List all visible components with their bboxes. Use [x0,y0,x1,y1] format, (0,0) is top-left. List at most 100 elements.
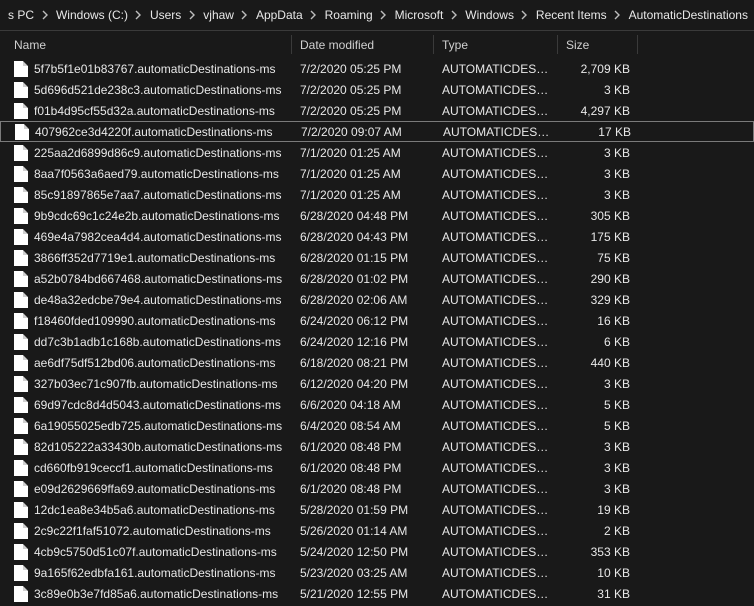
file-name-cell: 85c91897865e7aa7.automaticDestinations-m… [0,187,292,203]
chevron-right-icon[interactable] [449,9,459,21]
file-icon [14,292,28,308]
file-name: 2c9c22f1faf51072.automaticDestinations-m… [34,524,271,538]
table-row[interactable]: f01b4d95cf55d32a.automaticDestinations-m… [0,100,754,121]
table-row[interactable]: 5f7b5f1e01b83767.automaticDestinations-m… [0,58,754,79]
table-row[interactable]: 9a165f62edbfa161.automaticDestinations-m… [0,562,754,583]
chevron-right-icon[interactable] [40,9,50,21]
chevron-right-icon[interactable] [520,9,530,21]
file-type-cell: AUTOMATICDESTI... [434,461,558,475]
breadcrumb-label: Roaming [321,8,377,22]
breadcrumb-segment[interactable]: Windows [459,6,520,24]
file-name-cell: 469e4a7982cea4d4.automaticDestinations-m… [0,229,292,245]
table-row[interactable]: 3c89e0b3e7fd85a6.automaticDestinations-m… [0,583,754,604]
file-name: 407962ce3d4220f.automaticDestinations-ms [35,125,272,139]
file-icon [14,544,28,560]
chevron-right-icon[interactable] [134,9,144,21]
chevron-right-icon[interactable] [240,9,250,21]
file-size-cell: 5 KB [558,419,638,433]
column-header-name[interactable]: Name [0,31,292,58]
breadcrumb-segment[interactable]: Users [144,6,187,24]
file-name: 3866ff352d7719e1.automaticDestinations-m… [34,251,275,265]
file-icon [14,313,28,329]
file-name-cell: 3866ff352d7719e1.automaticDestinations-m… [0,250,292,266]
breadcrumb-segment[interactable]: AutomaticDestinations [623,6,754,24]
breadcrumb-segment[interactable]: s PC [2,6,40,24]
column-header-size[interactable]: Size [558,31,638,58]
file-date-cell: 5/23/2020 03:25 AM [292,566,434,580]
file-name-cell: 12dc1ea8e34b5a6.automaticDestinations-ms [0,502,292,518]
file-type-cell: AUTOMATICDESTI... [434,230,558,244]
table-row[interactable]: 6a19055025edb725.automaticDestinations-m… [0,415,754,436]
file-date-cell: 6/28/2020 01:02 PM [292,272,434,286]
table-row[interactable]: ae6df75df512bd06.automaticDestinations-m… [0,352,754,373]
file-size-cell: 75 KB [558,251,638,265]
table-row[interactable]: e09d2629669ffa69.automaticDestinations-m… [0,478,754,499]
file-type-cell: AUTOMATICDESTI... [434,146,558,160]
file-date-cell: 7/2/2020 05:25 PM [292,83,434,97]
chevron-right-icon[interactable] [187,9,197,21]
table-row[interactable]: 3866ff352d7719e1.automaticDestinations-m… [0,247,754,268]
breadcrumb-segment[interactable]: Windows (C:) [50,6,134,24]
file-icon [14,334,28,350]
table-row[interactable]: 4cb9c5750d51c07f.automaticDestinations-m… [0,541,754,562]
file-size-cell: 3 KB [558,188,638,202]
file-name-cell: 4cb9c5750d51c07f.automaticDestinations-m… [0,544,292,560]
table-row[interactable]: f18460fded109990.automaticDestinations-m… [0,310,754,331]
file-size-cell: 353 KB [558,545,638,559]
breadcrumb-segment[interactable]: Recent Items [530,6,613,24]
breadcrumb-segment[interactable]: Roaming [319,6,379,24]
table-row[interactable]: 407962ce3d4220f.automaticDestinations-ms… [0,121,754,142]
table-row[interactable]: dd7c3b1adb1c168b.automaticDestinations-m… [0,331,754,352]
file-icon [14,61,28,77]
file-date-cell: 7/1/2020 01:25 AM [292,188,434,202]
table-row[interactable]: 327b03ec71c907fb.automaticDestinations-m… [0,373,754,394]
chevron-right-icon[interactable] [309,9,319,21]
file-icon [14,166,28,182]
file-size-cell: 290 KB [558,272,638,286]
chevron-right-icon[interactable] [613,9,623,21]
column-header-type[interactable]: Type [434,31,558,58]
table-row[interactable]: 225aa2d6899d86c9.automaticDestinations-m… [0,142,754,163]
file-date-cell: 6/1/2020 08:48 PM [292,482,434,496]
column-header-date[interactable]: Date modified [292,31,434,58]
table-row[interactable]: cd660fb919ceccf1.automaticDestinations-m… [0,457,754,478]
table-row[interactable]: a52b0784bd667468.automaticDestinations-m… [0,268,754,289]
breadcrumb-segment[interactable]: Microsoft [389,6,450,24]
table-row[interactable]: 8aa7f0563a6aed79.automaticDestinations-m… [0,163,754,184]
file-date-cell: 6/28/2020 01:15 PM [292,251,434,265]
file-name-cell: 6a19055025edb725.automaticDestinations-m… [0,418,292,434]
breadcrumb-label: Windows (C:) [52,8,132,22]
breadcrumb[interactable]: s PC Windows (C:) Users vjhaw AppData Roaming… [0,0,754,30]
file-name: 12dc1ea8e34b5a6.automaticDestinations-ms [34,503,275,517]
file-icon [14,82,28,98]
table-row[interactable]: 2c9c22f1faf51072.automaticDestinations-m… [0,520,754,541]
chevron-right-icon[interactable] [379,9,389,21]
table-row[interactable]: 9b9cdc69c1c24e2b.automaticDestinations-m… [0,205,754,226]
file-type-cell: AUTOMATICDESTI... [434,272,558,286]
breadcrumb-label: Windows [461,8,518,22]
table-row[interactable]: 85c91897865e7aa7.automaticDestinations-m… [0,184,754,205]
table-row[interactable]: de48a32edcbe79e4.automaticDestinations-m… [0,289,754,310]
file-date-cell: 6/28/2020 04:43 PM [292,230,434,244]
file-name: 327b03ec71c907fb.automaticDestinations-m… [34,377,277,391]
file-type-cell: AUTOMATICDESTI... [434,62,558,76]
file-name-cell: 9a165f62edbfa161.automaticDestinations-m… [0,565,292,581]
file-icon [14,187,28,203]
breadcrumb-segment[interactable]: AppData [250,6,309,24]
table-row[interactable]: 5d696d521de238c3.automaticDestinations-m… [0,79,754,100]
breadcrumb-segment[interactable]: vjhaw [197,6,240,24]
file-size-cell: 3 KB [558,440,638,454]
file-icon [14,208,28,224]
table-row[interactable]: 69d97cdc8d4d5043.automaticDestinations-m… [0,394,754,415]
table-row[interactable]: 82d105222a33430b.automaticDestinations-m… [0,436,754,457]
file-date-cell: 7/2/2020 05:25 PM [292,62,434,76]
file-name-cell: dd7c3b1adb1c168b.automaticDestinations-m… [0,334,292,350]
file-size-cell: 17 KB [559,125,639,139]
breadcrumb-label: AutomaticDestinations [625,8,752,22]
file-type-cell: AUTOMATICDESTI... [434,377,558,391]
file-icon [14,586,28,602]
file-type-cell: AUTOMATICDESTI... [434,335,558,349]
table-row[interactable]: 469e4a7982cea4d4.automaticDestinations-m… [0,226,754,247]
file-name-cell: f01b4d95cf55d32a.automaticDestinations-m… [0,103,292,119]
table-row[interactable]: 12dc1ea8e34b5a6.automaticDestinations-ms… [0,499,754,520]
